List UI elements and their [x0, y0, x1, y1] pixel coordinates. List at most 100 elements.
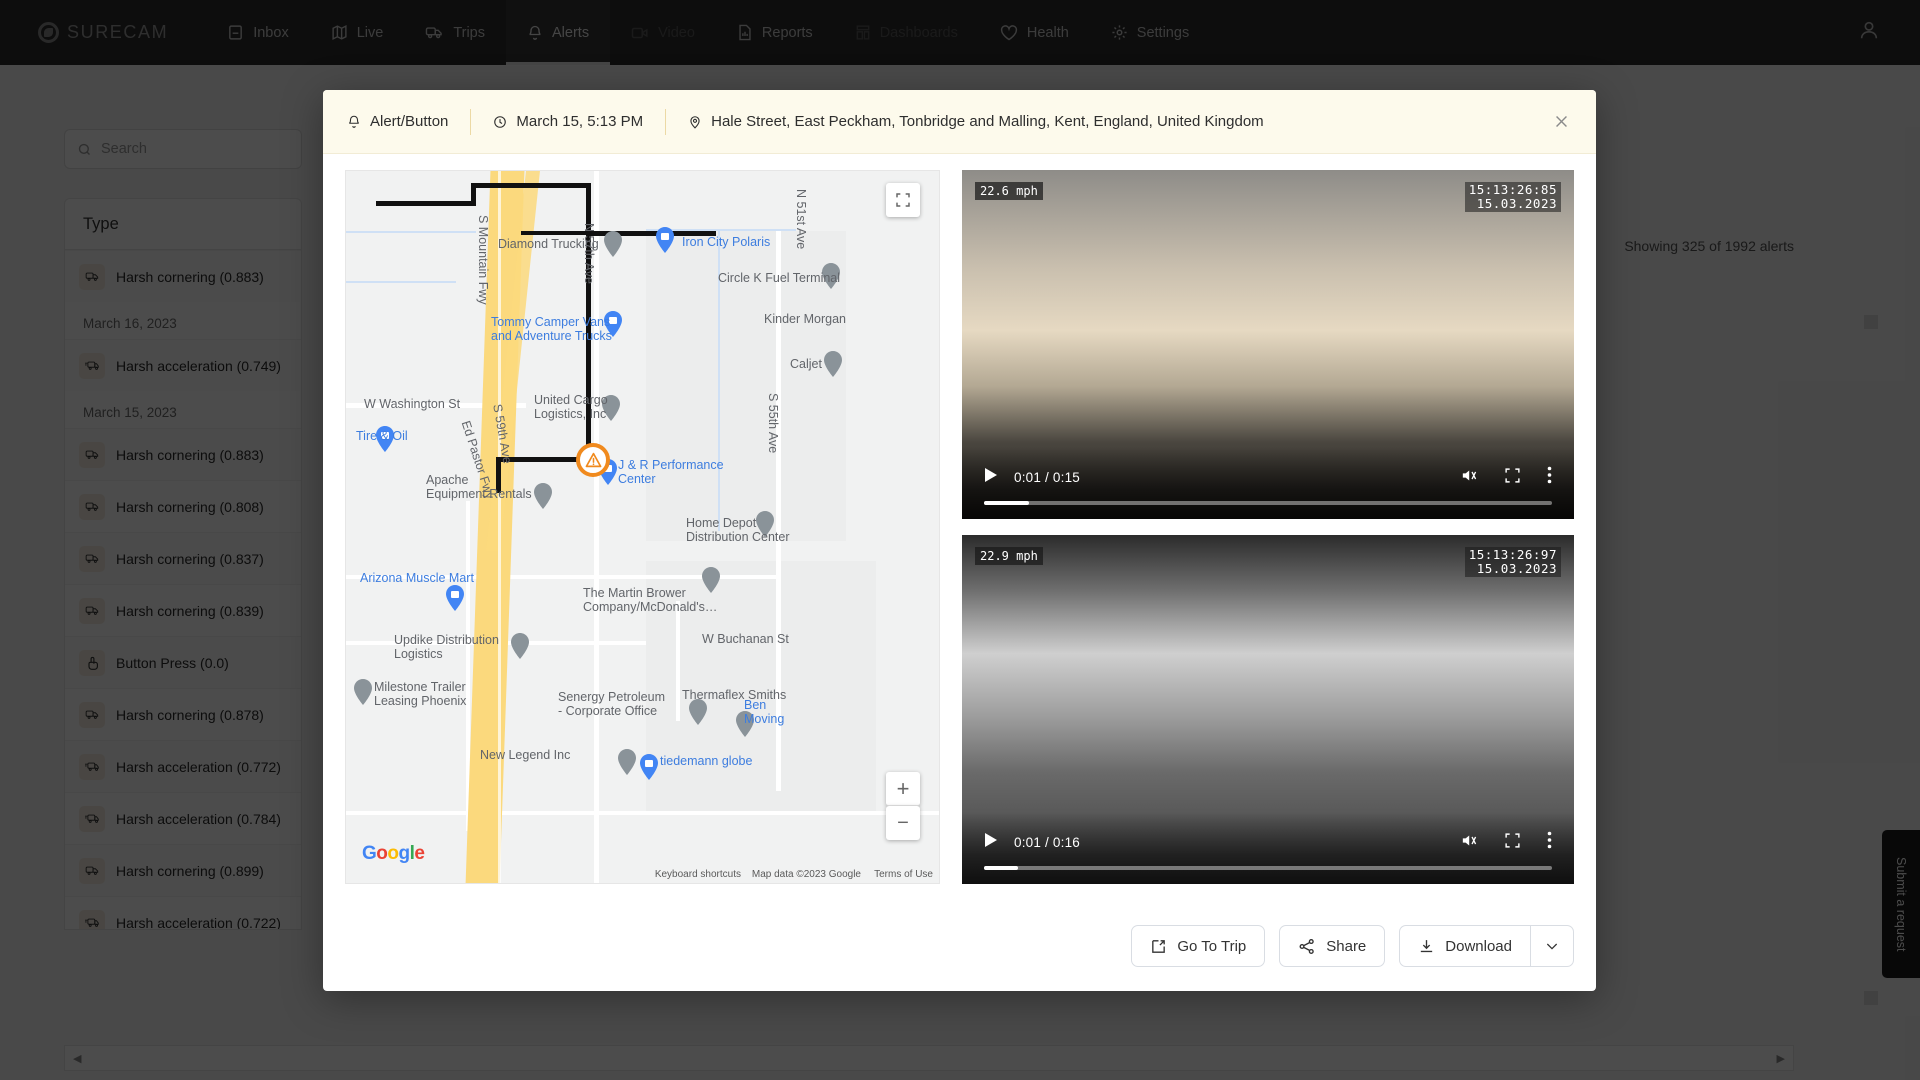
map-pin-icon: [534, 483, 552, 509]
more-vertical-icon: [1547, 466, 1552, 484]
play-button[interactable]: [984, 467, 998, 488]
share-label: Share: [1326, 937, 1367, 955]
map-label: Caljet: [790, 357, 822, 371]
map-label: Tommy Camper Vans and Adventure Trucks: [491, 315, 612, 344]
fullscreen-icon: [896, 193, 910, 207]
map-zoom-in-button[interactable]: +: [886, 772, 920, 806]
video-timestamp-overlay: 15:13:26:97 15.03.2023: [1464, 547, 1561, 577]
map-label: New Legend Inc: [480, 748, 571, 762]
map-label: United Cargo Logistics, Inc: [534, 393, 608, 422]
timestamp-chip: March 15, 5:13 PM: [493, 108, 667, 135]
video-time-stamp: 15:13:26:97: [1468, 547, 1557, 562]
map-pin[interactable]: [618, 749, 636, 775]
share-button[interactable]: Share: [1279, 925, 1386, 967]
download-options-button[interactable]: [1530, 925, 1574, 967]
share-icon: [1299, 938, 1315, 954]
map-label-street: N 57th Ave: [582, 223, 596, 284]
go-to-trip-button[interactable]: Go To Trip: [1131, 925, 1266, 967]
map-pin-icon: [511, 633, 529, 659]
alert-type-text: Alert/Button: [370, 113, 449, 130]
close-button[interactable]: [1548, 109, 1574, 135]
map-label: Milestone Trailer Leasing Phoenix: [374, 680, 467, 709]
map-label: tiedemann globe: [660, 754, 753, 768]
map-pin[interactable]: [824, 351, 842, 377]
alert-detail-modal: Alert/Button March 15, 5:13 PM Hale Stre…: [323, 90, 1596, 991]
event-map[interactable]: Diamond Trucking Iron City Polaris Tire …: [345, 170, 940, 884]
map-pin-icon: [824, 351, 842, 377]
map-pin[interactable]: [534, 483, 552, 509]
clock-icon: [494, 115, 507, 128]
map-label: J & R Performance Center: [618, 458, 724, 487]
download-label: Download: [1445, 937, 1512, 955]
video-panel: 22.6 mph 15:13:26:85 15.03.2023 0:01 / 0…: [962, 170, 1574, 901]
map-pin-store-icon: [446, 585, 464, 611]
map-data-attribution: Map data ©2023 Google: [751, 869, 861, 880]
map-label: The Martin Brower Company/McDonald's…: [583, 586, 718, 615]
video-time-label: 0:01 / 0:15: [1014, 470, 1081, 485]
close-icon: [1555, 116, 1567, 127]
video-fullscreen-button[interactable]: [1504, 832, 1521, 854]
map-label: Ben Moving: [744, 698, 785, 727]
video-menu-button[interactable]: [1547, 466, 1552, 489]
modal-body: Diamond Trucking Iron City Polaris Tire …: [323, 154, 1596, 901]
map-pin[interactable]: [354, 679, 372, 705]
map-pin-store[interactable]: [446, 585, 464, 611]
map-label-street: N 51st Ave: [794, 189, 808, 250]
location-pin-icon: [690, 115, 700, 129]
map-keyboard-shortcuts[interactable]: Keyboard shortcuts: [655, 869, 741, 880]
chevron-down-icon: [1546, 943, 1558, 950]
address-text: Hale Street, East Peckham, Tonbridge and…: [711, 113, 1264, 130]
map-label: Circle K Fuel Terminal: [718, 271, 841, 285]
muted-icon: [1462, 470, 1477, 480]
map-label: Kinder Morgan: [764, 312, 846, 326]
warning-triangle-icon: [585, 452, 601, 468]
map-terms-link[interactable]: Terms of Use: [874, 869, 933, 880]
map-label: Updike Distribution Logistics: [394, 633, 499, 662]
video-controls: 0:01 / 0:16: [962, 812, 1574, 884]
mute-button[interactable]: [1459, 467, 1478, 489]
video-progress-bar[interactable]: [984, 501, 1552, 505]
map-label: Tire & Oil: [356, 429, 408, 443]
video-fullscreen-button[interactable]: [1504, 467, 1521, 489]
mute-button[interactable]: [1459, 832, 1478, 854]
video-progress-fill: [984, 501, 1030, 505]
play-icon: [985, 833, 997, 847]
alert-event-marker[interactable]: [576, 443, 610, 477]
download-button[interactable]: Download: [1399, 925, 1530, 967]
map-label: W Washington St: [364, 397, 461, 411]
bell-icon: [349, 115, 359, 128]
map-pin-icon: [604, 231, 622, 257]
video-date-stamp: 15.03.2023: [1476, 561, 1557, 576]
video-timestamp-overlay: 15:13:26:85 15.03.2023: [1464, 182, 1561, 212]
video-menu-button[interactable]: [1547, 831, 1552, 854]
map-pin[interactable]: [511, 633, 529, 659]
play-icon: [985, 468, 997, 482]
video-controls: 0:01 / 0:15: [962, 447, 1574, 519]
map-fullscreen-button[interactable]: [886, 183, 920, 217]
map-pin-icon: [354, 679, 372, 705]
video-date-stamp: 15.03.2023: [1476, 196, 1557, 211]
map-zoom-out-label: −: [897, 811, 909, 834]
map-pin-icon: [689, 699, 707, 725]
map-pin[interactable]: [604, 231, 622, 257]
road-facing-video[interactable]: 22.6 mph 15:13:26:85 15.03.2023 0:01 / 0…: [962, 170, 1574, 519]
map-pin-store[interactable]: [640, 754, 658, 780]
driver-facing-video[interactable]: 22.9 mph 15:13:26:97 15.03.2023 0:01 / 0…: [962, 535, 1574, 884]
video-progress-bar[interactable]: [984, 866, 1552, 870]
video-time-label: 0:01 / 0:16: [1014, 835, 1081, 850]
address-chip: Hale Street, East Peckham, Tonbridge and…: [688, 109, 1286, 135]
map-pin-store[interactable]: [656, 227, 674, 253]
map-label: Iron City Polaris: [682, 235, 771, 249]
alert-type-chip: Alert/Button: [347, 108, 472, 135]
play-button[interactable]: [984, 832, 998, 853]
map-label: Home Depot Distribution Center: [686, 516, 790, 545]
map-label: Senergy Petroleum - Corporate Office: [558, 690, 666, 719]
fullscreen-icon: [1505, 832, 1520, 848]
more-vertical-icon: [1547, 831, 1552, 849]
download-icon: [1421, 939, 1433, 952]
video-time-stamp: 15:13:26:85: [1468, 182, 1557, 197]
map-pin[interactable]: [689, 699, 707, 725]
map-zoom-out-button[interactable]: −: [886, 806, 920, 840]
google-logo: Google: [362, 843, 425, 864]
muted-icon: [1462, 835, 1477, 845]
